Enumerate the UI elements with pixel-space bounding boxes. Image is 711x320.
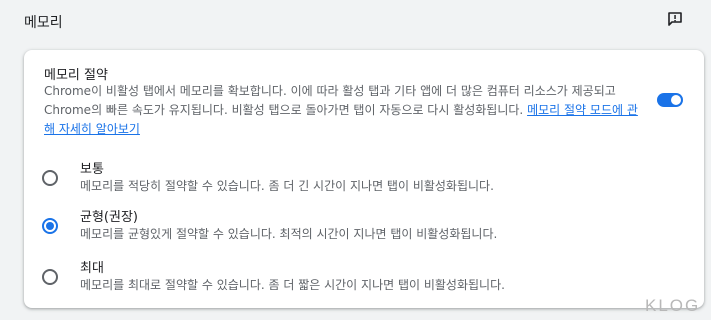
option-balanced[interactable]: 균형(권장) 메모리를 균형있게 절약할 수 있습니다. 최적의 시간이 지나면… bbox=[24, 206, 704, 248]
memory-saver-title: 메모리 절약 bbox=[44, 68, 108, 83]
radio-normal[interactable] bbox=[42, 170, 58, 186]
section-header: 메모리 bbox=[0, 0, 711, 44]
option-description: 메모리를 균형있게 절약할 수 있습니다. 최적의 시간이 지나면 탭이 비활성… bbox=[80, 227, 498, 241]
feedback-icon bbox=[667, 11, 683, 31]
feedback-button[interactable] bbox=[664, 10, 686, 32]
memory-saver-card: 메모리 절약 Chrome이 비활성 탭에서 메모리를 확보합니다. 이에 따라… bbox=[24, 50, 704, 308]
option-description: 메모리를 적당히 절약할 수 있습니다. 좀 더 긴 시간이 지나면 탭이 비활… bbox=[80, 179, 494, 193]
option-label: 균형(권장) bbox=[80, 210, 138, 225]
radio-balanced[interactable] bbox=[42, 218, 58, 234]
watermark: KLOG bbox=[645, 296, 701, 315]
toggle-knob bbox=[671, 95, 681, 105]
option-maximum[interactable]: 최대 메모리를 최대로 절약할 수 있습니다. 좀 더 짧은 시간이 지나면 탭… bbox=[24, 257, 704, 299]
option-description: 메모리를 최대로 절약할 수 있습니다. 좀 더 짧은 시간이 지나면 탭이 비… bbox=[80, 278, 505, 292]
memory-saver-toggle[interactable] bbox=[657, 93, 683, 107]
option-label: 최대 bbox=[80, 261, 104, 276]
section-title: 메모리 bbox=[24, 15, 63, 31]
memory-saver-description: Chrome이 비활성 탭에서 메모리를 확보합니다. 이에 따라 활성 탭과 … bbox=[44, 82, 644, 139]
option-label: 보통 bbox=[80, 162, 104, 177]
option-normal[interactable]: 보통 메모리를 적당히 절약할 수 있습니다. 좀 더 긴 시간이 지나면 탭이… bbox=[24, 158, 704, 200]
radio-maximum[interactable] bbox=[42, 269, 58, 285]
